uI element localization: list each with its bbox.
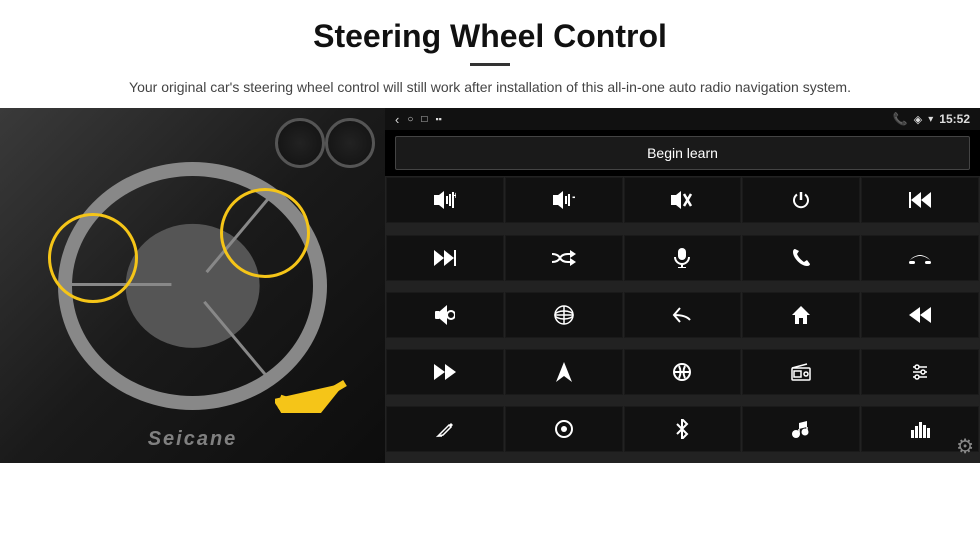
nav-button[interactable]: [505, 349, 623, 395]
back-button[interactable]: [624, 292, 742, 338]
car-image: Seicane: [0, 108, 385, 463]
title-divider: [470, 63, 510, 66]
header-section: Steering Wheel Control Your original car…: [0, 0, 980, 108]
location-icon: ◈: [914, 113, 922, 126]
pen-button[interactable]: [386, 406, 504, 452]
phone-icon: 📞: [893, 112, 908, 126]
svg-text:−: −: [572, 191, 575, 205]
status-bar: ‹ ○ □ ▪▪ 📞 ◈ ▾ 15:52: [385, 108, 980, 130]
call-button[interactable]: [742, 235, 860, 281]
home-button[interactable]: [742, 292, 860, 338]
back-arrow-icon: ‹: [395, 112, 399, 127]
svg-text:+: +: [453, 191, 456, 202]
button-group-right-highlight: [220, 188, 310, 278]
prev-track-button[interactable]: [861, 177, 979, 223]
vol-down-button[interactable]: −: [505, 177, 623, 223]
menu-circle-button[interactable]: [505, 406, 623, 452]
wifi-icon: ▾: [928, 114, 933, 125]
gear-settings-icon[interactable]: ⚙: [956, 434, 974, 459]
learn-button-row: Begin learn: [385, 130, 980, 176]
power-button[interactable]: [742, 177, 860, 223]
home-circle-icon: ○: [407, 114, 413, 125]
begin-learn-button[interactable]: Begin learn: [395, 136, 970, 170]
radio-button[interactable]: [742, 349, 860, 395]
arrow-indicator: [275, 358, 365, 418]
mute-button[interactable]: [624, 177, 742, 223]
rewind-button[interactable]: [861, 292, 979, 338]
seicane-watermark: Seicane: [148, 428, 238, 451]
controls-grid: + −: [385, 176, 980, 463]
recent-apps-icon: □: [421, 114, 427, 125]
signal-dots: ▪▪: [435, 114, 441, 124]
android-panel: ‹ ○ □ ▪▪ 📞 ◈ ▾ 15:52 Begin learn: [385, 108, 980, 463]
skip-button[interactable]: [386, 349, 504, 395]
shuffle-button[interactable]: [505, 235, 623, 281]
page-container: Steering Wheel Control Your original car…: [0, 0, 980, 544]
steering-wheel-container: Seicane: [0, 108, 385, 463]
page-title: Steering Wheel Control: [60, 18, 920, 55]
clock: 15:52: [939, 112, 970, 126]
content-row: Seicane ‹ ○ □ ▪▪ 📞 ◈ ▾ 15:52: [0, 108, 980, 544]
next-button[interactable]: [386, 235, 504, 281]
hang-up-button[interactable]: [861, 235, 979, 281]
gauge-area: [275, 113, 375, 193]
status-system-icons: 📞 ◈ ▾ 15:52: [893, 112, 970, 126]
360-button[interactable]: [505, 292, 623, 338]
subtitle: Your original car's steering wheel contr…: [110, 76, 870, 98]
eq-button[interactable]: [624, 349, 742, 395]
speaker-button[interactable]: [386, 292, 504, 338]
mic-button[interactable]: [624, 235, 742, 281]
vol-up-button[interactable]: +: [386, 177, 504, 223]
status-nav-icons: ‹ ○ □ ▪▪: [395, 112, 442, 127]
gauge-left: [275, 118, 325, 168]
settings-button[interactable]: [861, 349, 979, 395]
button-group-left-highlight: [48, 213, 138, 303]
bluetooth-button[interactable]: [624, 406, 742, 452]
music-button[interactable]: [742, 406, 860, 452]
gauge-right: [325, 118, 375, 168]
